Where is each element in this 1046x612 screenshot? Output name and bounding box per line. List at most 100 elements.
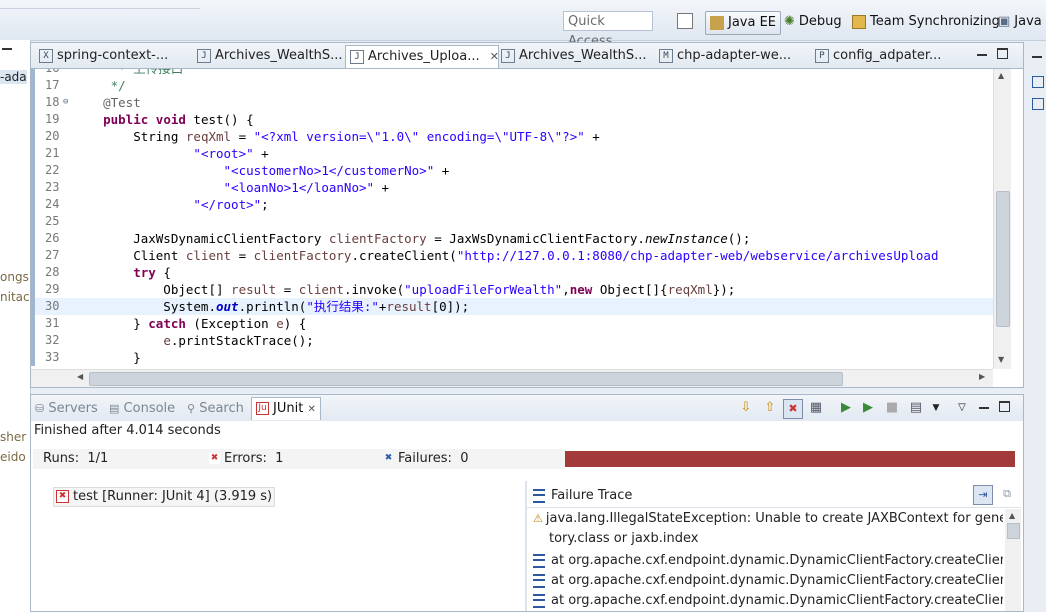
editor-tab[interactable]: Xspring-context-...: [35, 45, 168, 67]
compare-result-icon[interactable]: ⧉: [999, 485, 1015, 503]
scroll-thumb[interactable]: [89, 372, 843, 386]
tree-fragment: sher: [0, 430, 27, 444]
editor-tab[interactable]: Pconfig_adpater...: [811, 45, 941, 67]
run-summary: Finished after 4.014 seconds: [34, 423, 221, 438]
filter-stack-icon[interactable]: ⇥: [973, 485, 993, 505]
code-line[interactable]: 18 ⊖ @Test: [31, 94, 993, 111]
maximize-icon[interactable]: [997, 48, 1008, 59]
line-number: 19: [45, 112, 60, 126]
trace-line-continuation[interactable]: tory.class or jaxb.index: [549, 529, 1019, 549]
quick-access-input[interactable]: Quick Access: [563, 11, 653, 49]
test-tree-row[interactable]: ✖ test [Runner: JUnit 4] (3.919 s): [53, 487, 276, 507]
code-line[interactable]: 25: [31, 213, 993, 230]
hierarchy-icon[interactable]: [1032, 98, 1044, 110]
minimize-icon[interactable]: [979, 407, 989, 409]
trace-text: java.lang.IllegalStateException: Unable …: [545, 511, 1003, 526]
editor-tab[interactable]: Mchp-adapter-we...: [655, 45, 791, 67]
code-text: try {: [133, 265, 171, 280]
tab-console[interactable]: ▤ Console: [109, 399, 175, 419]
perspective-team-synchronizing[interactable]: Team Synchronizing: [852, 11, 1000, 33]
scroll-left-arrow[interactable]: ◀: [77, 372, 83, 381]
package-explorer-edge: -ada ongs nitac sher eido: [0, 40, 31, 612]
open-perspective-icon[interactable]: [677, 13, 693, 29]
outline-icon[interactable]: [1032, 76, 1044, 88]
code-line[interactable]: 32 e.printStackTrace();: [31, 332, 993, 349]
code-editor: Xspring-context-... J Archives_WealthS...…: [30, 42, 1024, 388]
horizontal-scrollbar[interactable]: ◀ ▶: [31, 369, 993, 387]
code-line[interactable]: 26 JaxWsDynamicClientFactory clientFacto…: [31, 230, 993, 247]
failure-trace-title: Failure Trace: [551, 488, 633, 503]
code-line[interactable]: 27 Client client = clientFactory.createC…: [31, 247, 993, 264]
scroll-up-arrow[interactable]: ▲: [1009, 511, 1015, 520]
vertical-scrollbar[interactable]: ▲ ▼: [993, 69, 1011, 369]
stop-icon[interactable]: ■: [883, 399, 901, 417]
stack-frame-icon: [533, 553, 545, 568]
history-icon[interactable]: ▤: [907, 399, 925, 417]
scroll-up-arrow[interactable]: ▲: [998, 71, 1004, 80]
perspective-debug[interactable]: ✺ Debug: [784, 11, 842, 33]
code-line[interactable]: 22 "<customerNo>1</customerNo>" +: [31, 162, 993, 179]
tab-label: chp-adapter-we...: [677, 48, 792, 63]
code-line[interactable]: 19 public void test() {: [31, 111, 993, 128]
code-line[interactable]: 33 }: [31, 349, 993, 366]
code-text: public void test() {: [103, 112, 254, 127]
editor-tab-active[interactable]: J Archives_Uploa... ✕: [345, 45, 499, 68]
editor-tab[interactable]: J Archives_WealthS...: [497, 45, 647, 67]
scroll-lock-icon[interactable]: ▦: [807, 399, 825, 417]
code-line[interactable]: 16 * 上传接口: [31, 69, 993, 77]
change-marker: [31, 162, 35, 179]
code-line[interactable]: 23 "<loanNo>1</loanNo>" +: [31, 179, 993, 196]
change-marker: [31, 77, 35, 94]
tab-search[interactable]: ⚲ Search: [187, 399, 244, 419]
close-icon[interactable]: ✕: [307, 404, 315, 415]
tab-junit[interactable]: Ju JUnit ✕: [251, 397, 321, 420]
code-line[interactable]: 24 "</root>";: [31, 196, 993, 213]
runs-value: 1/1: [87, 451, 109, 466]
code-line[interactable]: 17 */: [31, 77, 993, 94]
perspective-java[interactable]: ▣ Java: [998, 11, 1042, 33]
trace-line-frame[interactable]: at org.apache.cxf.endpoint.dynamic.Dynam…: [533, 591, 1003, 611]
minimize-icon[interactable]: [1032, 56, 1042, 58]
fold-collapse-icon[interactable]: ⊖: [63, 94, 68, 111]
line-number: 21: [45, 146, 60, 160]
trace-line-exception[interactable]: ⚠ java.lang.IllegalStateException: Unable…: [533, 509, 1003, 529]
errors-counter: ✖ Errors: 1: [209, 449, 379, 469]
test-tree[interactable]: ✖ test [Runner: JUnit 4] (3.919 s): [31, 481, 525, 611]
rerun-test-icon[interactable]: ▶: [837, 399, 855, 417]
editor-tab[interactable]: J Archives_WealthS...: [193, 45, 343, 67]
rerun-failed-first-icon[interactable]: ▶: [859, 399, 877, 417]
scroll-down-arrow[interactable]: ▼: [998, 355, 1004, 364]
scroll-thumb[interactable]: [996, 191, 1010, 327]
trace-line-frame[interactable]: at org.apache.cxf.endpoint.dynamic.Dynam…: [533, 571, 1003, 591]
view-menu-icon[interactable]: ▽: [953, 399, 971, 417]
line-number: 18: [45, 95, 60, 109]
code-line[interactable]: 30 System.out.println("执行结果:"+result[0])…: [31, 298, 993, 315]
code-text: }: [73, 350, 141, 365]
maximize-icon[interactable]: [999, 401, 1010, 412]
minimize-icon[interactable]: [977, 54, 987, 56]
previous-failure-icon[interactable]: ⇧: [761, 399, 779, 417]
line-number: 33: [45, 350, 60, 364]
perspective-java-ee[interactable]: Java EE: [705, 11, 782, 35]
show-failures-only-icon[interactable]: ✖: [783, 399, 803, 419]
code-line[interactable]: 31 } catch (Exception e) {: [31, 315, 993, 332]
toolbar-left-buttons[interactable]: [0, 0, 200, 9]
tab-servers[interactable]: ⛁ Servers: [35, 399, 98, 419]
scroll-thumb[interactable]: [1007, 523, 1020, 539]
tab-label: Archives_Uploa...: [368, 49, 480, 64]
scroll-right-arrow[interactable]: ▶: [979, 372, 985, 381]
perspective-label: Debug: [798, 14, 842, 29]
code-line[interactable]: 29 Object[] result = client.invoke("uplo…: [31, 281, 993, 298]
next-failure-icon[interactable]: ⇩: [737, 399, 755, 417]
trace-scrollbar[interactable]: ▲: [1005, 509, 1021, 611]
failures-value: 0: [460, 451, 469, 466]
code-line[interactable]: 21 "<root>" +: [31, 145, 993, 162]
code-area[interactable]: 16 * 上传接口17 */18⊖ @Test19 public void te…: [31, 69, 1023, 369]
history-dropdown-icon[interactable]: ▼: [927, 399, 945, 417]
trace-line-frame[interactable]: at org.apache.cxf.endpoint.dynamic.Dynam…: [533, 551, 1003, 571]
code-line[interactable]: 28 try {: [31, 264, 993, 281]
code-line[interactable]: 20 String reqXml = "<?xml version=\"1.0\…: [31, 128, 993, 145]
code-text: * 上传接口: [73, 69, 183, 77]
minimize-icon[interactable]: [2, 48, 12, 50]
test-error-icon: ✖: [56, 490, 69, 503]
